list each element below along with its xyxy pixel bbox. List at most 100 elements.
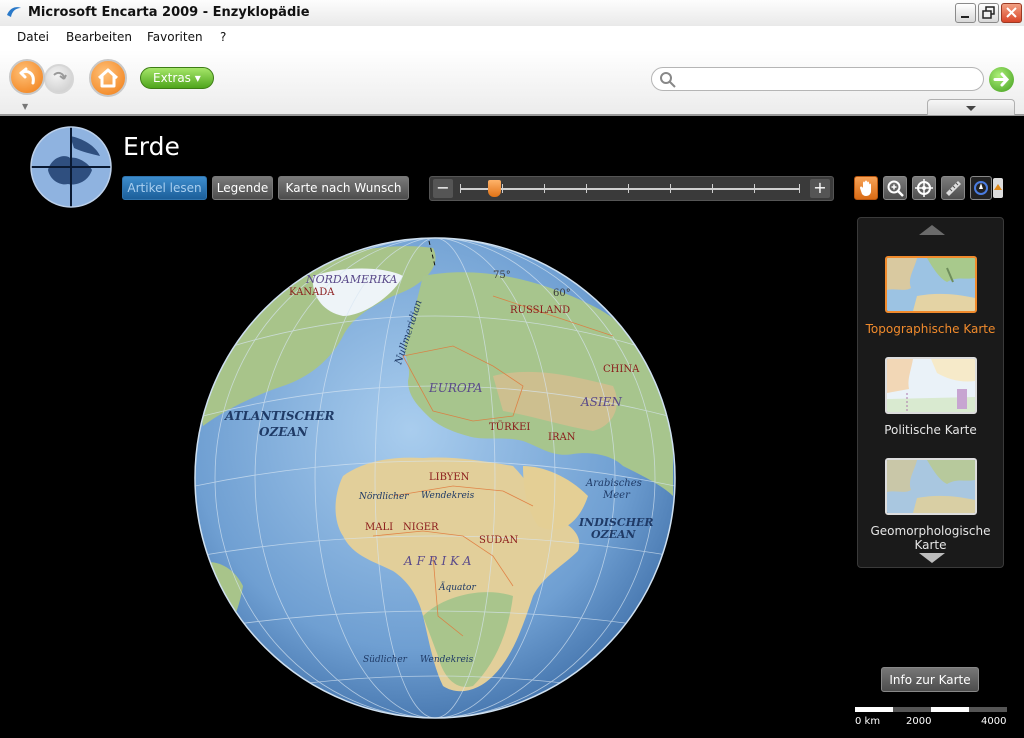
zoom-track[interactable] <box>460 184 800 193</box>
menu-bearbeiten[interactable]: Bearbeiten <box>66 30 132 44</box>
scroll-up-arrow[interactable] <box>919 225 945 235</box>
back-arrow-icon <box>19 67 35 85</box>
compass-icon <box>974 181 988 195</box>
close-button[interactable] <box>1001 3 1022 23</box>
map-type-geomorphological[interactable] <box>885 458 977 515</box>
map-type-panel: Topographische Karte Politische Karte Ge… <box>857 217 1004 568</box>
map-type-topographic[interactable] <box>885 256 977 313</box>
topographic-map-thumbnail <box>887 258 975 311</box>
forward-button[interactable] <box>44 64 74 94</box>
zoom-out-button[interactable]: − <box>433 179 453 198</box>
map-type-label[interactable]: Politische Karte <box>858 423 1003 437</box>
label-sudan: SUDAN <box>479 535 519 546</box>
compass-button[interactable] <box>970 176 992 200</box>
panel-toggle-tab[interactable] <box>927 99 1015 115</box>
map-type-label[interactable]: Topographische Karte <box>858 322 1003 336</box>
geomorphological-map-thumbnail <box>887 460 975 513</box>
label-nordamerika: NORDAMERIKA <box>305 273 397 286</box>
chevron-down-icon <box>966 106 976 111</box>
maximize-button[interactable] <box>978 3 999 23</box>
menu-help[interactable]: ? <box>220 30 226 44</box>
search-field[interactable] <box>651 67 984 91</box>
zoom-thumb[interactable] <box>488 180 501 197</box>
compass-toggle[interactable] <box>993 178 1003 198</box>
zoom-tick <box>670 184 671 193</box>
menu-favoriten[interactable]: Favoriten <box>147 30 203 44</box>
label-europa: EUROPA <box>428 381 483 395</box>
label-kanada: KANADA <box>289 287 335 298</box>
scale-label: 2000 <box>906 716 932 727</box>
custom-map-button[interactable]: Karte nach Wunsch <box>278 176 409 200</box>
legend-button[interactable]: Legende <box>212 176 273 200</box>
history-dropdown-icon[interactable]: ▼ <box>22 102 28 111</box>
label-atlantik-2: OZEAN <box>259 425 309 439</box>
scroll-down-arrow[interactable] <box>919 553 945 563</box>
article-button[interactable]: Artikel lesen <box>122 176 207 200</box>
label-aequator: Äquator <box>438 581 476 593</box>
ruler-icon <box>946 181 961 196</box>
zoom-slider[interactable]: − + <box>429 176 834 201</box>
measure-tool-button[interactable] <box>941 176 965 200</box>
zoom-tick <box>712 184 713 193</box>
magnifier-icon <box>887 180 904 197</box>
zoom-in-button[interactable]: + <box>810 179 830 198</box>
back-button[interactable] <box>9 59 45 95</box>
minimize-button[interactable] <box>955 3 976 23</box>
label-noerdlicher: Nördlicher <box>358 492 409 502</box>
go-arrow-icon <box>993 72 1010 87</box>
scale-segment <box>855 707 893 712</box>
label-asien: ASIEN <box>580 395 622 409</box>
label-arabisches: Arabisches <box>585 478 642 489</box>
label-ozean: OZEAN <box>591 528 637 541</box>
zoom-tick <box>544 184 545 193</box>
home-button[interactable] <box>89 59 127 97</box>
label-atlantik-1: ATLANTISCHER <box>224 409 335 423</box>
search-go-button[interactable] <box>989 67 1014 92</box>
locate-tool-button[interactable] <box>912 176 936 200</box>
label-wendekreis-s: Wendekreis <box>420 655 474 665</box>
zoom-tick <box>799 184 800 193</box>
main-toolbar: ▼ Extras ▾ <box>0 50 1024 116</box>
scale-label: 4000 <box>981 716 1007 727</box>
label-wendekreis-n: Wendekreis <box>421 491 475 501</box>
map-type-political[interactable] <box>885 357 977 414</box>
label-lat-75: 75° <box>493 270 511 281</box>
page-title: Erde <box>123 132 180 161</box>
label-russland: RUSSLAND <box>510 305 570 316</box>
map-view: Erde Artikel lesen Legende Karte nach Wu… <box>0 116 1024 738</box>
zoom-tick <box>628 184 629 193</box>
search-icon <box>660 72 676 88</box>
label-afrika: A F R I K A <box>403 554 472 568</box>
hand-icon <box>860 180 871 196</box>
menu-bar: Datei Bearbeiten Favoriten ? <box>0 26 1024 50</box>
label-niger: NIGER <box>403 522 439 533</box>
scale-segment <box>969 707 1007 712</box>
pan-tool-button[interactable] <box>854 176 878 200</box>
zoom-tool-button[interactable] <box>883 176 907 200</box>
zoom-tick <box>754 184 755 193</box>
scale-segment <box>931 707 969 712</box>
encarta-icon <box>7 7 21 17</box>
search-input[interactable] <box>678 71 977 89</box>
crosshair-icon <box>915 179 933 197</box>
scale-segment <box>893 707 931 712</box>
forward-arrow-icon <box>53 71 67 80</box>
close-icon <box>1006 7 1017 18</box>
map-info-button[interactable]: Info zur Karte <box>881 667 979 692</box>
globe-thumbnail[interactable] <box>30 126 112 208</box>
label-suedlicher: Südlicher <box>363 655 408 665</box>
label-libyen: LIBYEN <box>429 472 470 483</box>
map-type-label[interactable]: Geomorphologische Karte <box>858 524 1003 552</box>
extras-button[interactable]: Extras ▾ <box>140 67 214 89</box>
globe-map[interactable]: NORDAMERIKA KANADA 75° 60° RUSSLAND Null… <box>193 236 678 721</box>
zoom-tick <box>586 184 587 193</box>
label-lat-60: 60° <box>553 288 571 299</box>
minimize-icon <box>961 16 969 18</box>
label-meer: Meer <box>602 490 631 501</box>
scale-bar: 0 km 2000 4000 <box>855 707 1008 729</box>
window-title: Microsoft Encarta 2009 - Enzyklopädie <box>28 5 310 20</box>
zoom-tick <box>460 184 461 193</box>
label-tuerkei: TÜRKEI <box>489 421 530 433</box>
menu-datei[interactable]: Datei <box>17 30 49 44</box>
scale-label: 0 km <box>855 716 881 727</box>
